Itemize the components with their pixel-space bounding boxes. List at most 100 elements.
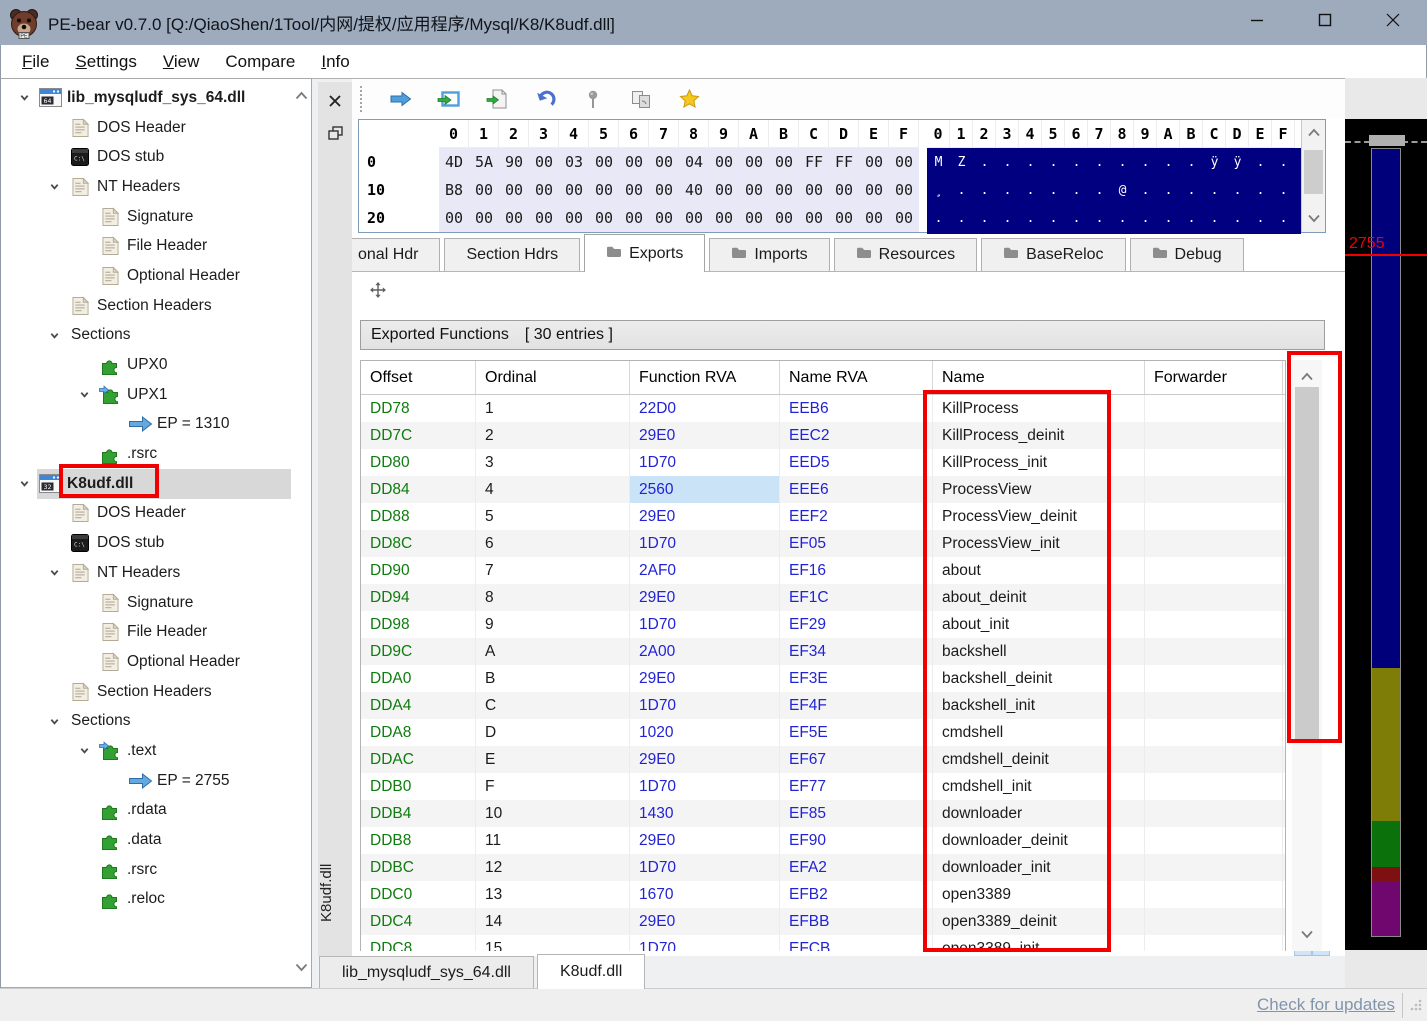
hex-byte-cell[interactable]: 00: [739, 148, 769, 176]
cell-function-rva[interactable]: 29E0: [630, 503, 780, 530]
hex-byte-cell[interactable]: 40: [679, 176, 709, 204]
toolbar-drag-handle[interactable]: [360, 86, 364, 112]
hex-byte-cell[interactable]: 00: [889, 176, 919, 204]
ascii-char-cell[interactable]: .: [1180, 204, 1203, 232]
cell-name[interactable]: KillProcess: [933, 395, 1145, 422]
cell-function-rva[interactable]: 1D70: [630, 935, 780, 951]
cell-name-rva[interactable]: EF34: [780, 638, 933, 665]
cell-function-rva[interactable]: 1670: [630, 881, 780, 908]
ascii-char-cell[interactable]: .: [1249, 176, 1272, 204]
hex-byte-cell[interactable]: 4D: [439, 148, 469, 176]
cell-name[interactable]: backshell_deinit: [933, 665, 1145, 692]
cell-ordinal[interactable]: 4: [476, 476, 630, 503]
cell-name[interactable]: about_deinit: [933, 584, 1145, 611]
chevron-down-icon[interactable]: [71, 745, 97, 756]
cell-offset[interactable]: DDC0: [361, 881, 476, 908]
hex-byte-cell[interactable]: 00: [589, 148, 619, 176]
column-header-ordinal[interactable]: Ordinal: [476, 361, 630, 394]
ascii-char-cell[interactable]: .: [1249, 148, 1272, 176]
ascii-char-cell[interactable]: .: [1180, 148, 1203, 176]
cell-function-rva[interactable]: 1430: [630, 800, 780, 827]
hex-byte-cell[interactable]: 00: [559, 176, 589, 204]
cell-name-rva[interactable]: EF77: [780, 773, 933, 800]
cell-function-rva[interactable]: 29E0: [630, 584, 780, 611]
cell-function-rva[interactable]: 29E0: [630, 422, 780, 449]
cell-ordinal[interactable]: 6: [476, 530, 630, 557]
move-handle-icon[interactable]: [370, 282, 386, 303]
dock-close-button[interactable]: [328, 94, 342, 113]
cell-offset[interactable]: DD9C: [361, 638, 476, 665]
table-row[interactable]: DDB4101430EF85downloader: [361, 800, 1285, 827]
cell-name-rva[interactable]: EEC2: [780, 422, 933, 449]
ascii-char-cell[interactable]: .: [1157, 148, 1180, 176]
ascii-char-cell[interactable]: .: [1042, 148, 1065, 176]
hex-byte-cell[interactable]: 00: [799, 204, 829, 232]
hex-byte-cell[interactable]: 00: [649, 204, 679, 232]
cell-offset[interactable]: DDB0: [361, 773, 476, 800]
hex-byte-cell[interactable]: 00: [739, 204, 769, 232]
cell-name-rva[interactable]: EF90: [780, 827, 933, 854]
cell-ordinal[interactable]: 9: [476, 611, 630, 638]
cell-offset[interactable]: DDAC: [361, 746, 476, 773]
hex-byte-cell[interactable]: FF: [799, 148, 829, 176]
chevron-down-icon[interactable]: [71, 389, 97, 400]
ascii-char-cell[interactable]: .: [996, 148, 1019, 176]
cell-ordinal[interactable]: 3: [476, 449, 630, 476]
table-row[interactable]: DD9072AF0EF16about: [361, 557, 1285, 584]
cell-name[interactable]: open3389: [933, 881, 1145, 908]
cell-forwarder[interactable]: [1145, 395, 1283, 422]
hex-byte-cell[interactable]: 00: [889, 204, 919, 232]
hex-byte-cell[interactable]: 00: [889, 148, 919, 176]
cell-function-rva[interactable]: 29E0: [630, 827, 780, 854]
cell-forwarder[interactable]: [1145, 557, 1283, 584]
ascii-char-cell[interactable]: ÿ: [1226, 148, 1249, 176]
cell-name[interactable]: KillProcess_init: [933, 449, 1145, 476]
cell-name-rva[interactable]: EF05: [780, 530, 933, 557]
cell-ordinal[interactable]: 5: [476, 503, 630, 530]
cell-name-rva[interactable]: EF29: [780, 611, 933, 638]
cell-name-rva[interactable]: EF4F: [780, 692, 933, 719]
tree-scroll-up-icon[interactable]: [295, 87, 308, 105]
cell-name[interactable]: about: [933, 557, 1145, 584]
cell-offset[interactable]: DDC4: [361, 908, 476, 935]
ascii-char-cell[interactable]: .: [973, 176, 996, 204]
tab-imports[interactable]: Imports: [709, 238, 829, 271]
hex-byte-cell[interactable]: 00: [769, 148, 799, 176]
hex-byte-cell[interactable]: FF: [829, 148, 859, 176]
tree-item-upx1[interactable]: UPX1: [1, 380, 291, 410]
cell-forwarder[interactable]: [1145, 908, 1283, 935]
hex-byte-cell[interactable]: 00: [529, 148, 559, 176]
hex-byte-cell[interactable]: 00: [829, 204, 859, 232]
tree-item-section-headers[interactable]: Section Headers: [1, 291, 291, 321]
table-row[interactable]: DDB81129E0EF90downloader_deinit: [361, 827, 1285, 854]
table-row[interactable]: DDBC121D70EFA2downloader_init: [361, 854, 1285, 881]
cell-ordinal[interactable]: 15: [476, 935, 630, 951]
tree-item-rsrc[interactable]: .rsrc: [1, 439, 291, 469]
tree-item-optional-header[interactable]: Optional Header: [1, 261, 291, 291]
tree-item-nt-headers[interactable]: NT Headers: [1, 558, 291, 588]
cell-name-rva[interactable]: EFA2: [780, 854, 933, 881]
ascii-char-cell[interactable]: .: [927, 204, 950, 232]
hex-byte-cell[interactable]: 00: [829, 176, 859, 204]
ascii-char-cell[interactable]: Z: [950, 148, 973, 176]
ascii-char-cell[interactable]: .: [1065, 204, 1088, 232]
chevron-down-icon[interactable]: [11, 92, 37, 103]
table-row[interactable]: DDA8D1020EF5Ecmdshell: [361, 719, 1285, 746]
tab-debug[interactable]: Debug: [1130, 238, 1244, 271]
cell-name[interactable]: ProcessView: [933, 476, 1145, 503]
cell-name-rva[interactable]: EF3E: [780, 665, 933, 692]
table-row[interactable]: DD78122D0EEB6KillProcess: [361, 395, 1285, 422]
ascii-char-cell[interactable]: .: [1272, 148, 1295, 176]
cell-function-rva[interactable]: 1D70: [630, 692, 780, 719]
tree-item-dos-stub[interactable]: C:\DOS stub: [1, 528, 291, 558]
hex-scroll-thumb[interactable]: [1304, 150, 1323, 194]
cell-ordinal[interactable]: C: [476, 692, 630, 719]
cell-name[interactable]: cmdshell_deinit: [933, 746, 1145, 773]
cell-function-rva[interactable]: 29E0: [630, 665, 780, 692]
cell-offset[interactable]: DD94: [361, 584, 476, 611]
cell-offset[interactable]: DDBC: [361, 854, 476, 881]
table-row[interactable]: DD9891D70EF29about_init: [361, 611, 1285, 638]
cell-offset[interactable]: DD80: [361, 449, 476, 476]
hex-byte-cell[interactable]: 00: [799, 176, 829, 204]
cell-name[interactable]: open3389_deinit: [933, 908, 1145, 935]
